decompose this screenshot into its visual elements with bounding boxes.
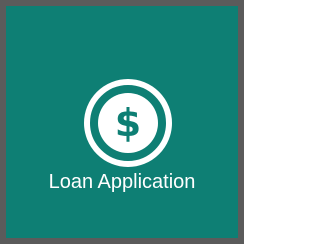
tile-label: Loan Application — [48, 171, 196, 193]
loan-application-tile[interactable]: $ Loan Application — [0, 0, 244, 244]
svg-text:$: $ — [115, 101, 141, 145]
dollar-circle-icon: $ — [83, 78, 173, 168]
